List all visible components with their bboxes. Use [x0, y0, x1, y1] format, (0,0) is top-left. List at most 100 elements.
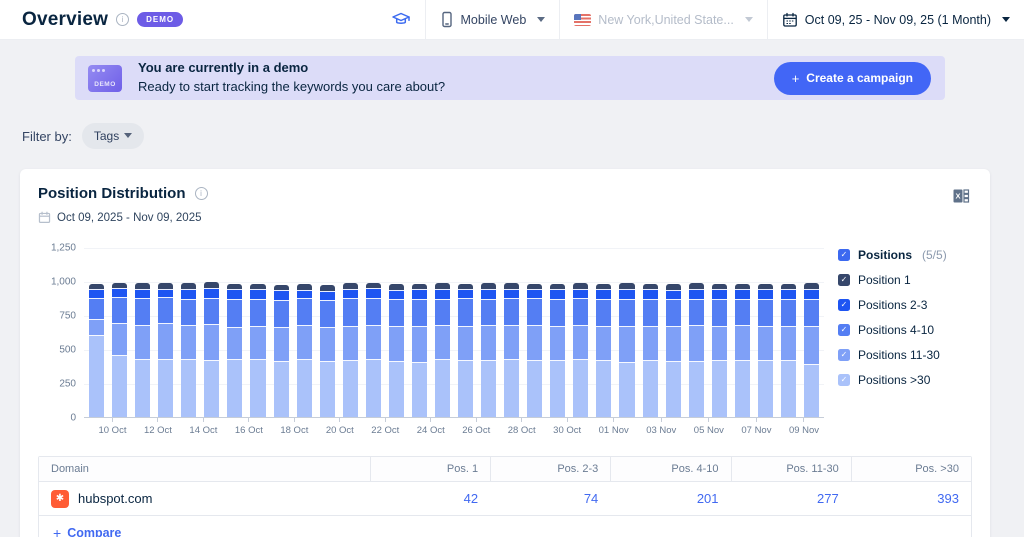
bar-24-oct[interactable] — [435, 283, 450, 417]
mobile-device-icon — [440, 11, 454, 28]
segment-positions-4-10 — [619, 299, 634, 327]
checkbox-icon[interactable]: ✓ — [838, 374, 850, 386]
bar-21-oct[interactable] — [366, 283, 381, 417]
y-tick-label: 500 — [59, 345, 76, 356]
bar-26-oct[interactable] — [481, 283, 496, 417]
tags-filter-dropdown[interactable]: Tags — [82, 123, 144, 149]
x-slot: 22 Oct — [371, 418, 399, 442]
bar-04-nov[interactable] — [689, 283, 704, 417]
checkbox-icon[interactable]: ✓ — [838, 274, 850, 286]
segment-positions-2-3 — [504, 289, 519, 299]
x-tick-label: 18 Oct — [280, 425, 308, 436]
legend-item-positions-2-3[interactable]: ✓Positions 2-3 — [838, 298, 972, 312]
bar-22-oct[interactable] — [389, 284, 404, 417]
bar-28-oct[interactable] — [527, 284, 542, 418]
export-excel-button[interactable]: X — [950, 185, 972, 207]
table-header-cell: Pos. >30 — [851, 457, 971, 481]
segment-positions-30 — [735, 360, 750, 417]
bar-16-oct[interactable] — [250, 284, 265, 417]
segment-positions-11-30 — [758, 326, 773, 360]
table-header-cell: Pos. 11-30 — [731, 457, 851, 481]
bar-11-oct[interactable] — [135, 283, 150, 417]
legend-item-positions-30[interactable]: ✓Positions >30 — [838, 373, 972, 387]
date-range-selector[interactable]: Oct 09, 25 - Nov 09, 25 (1 Month) — [767, 0, 1024, 40]
value-cell[interactable]: 74 — [490, 491, 610, 506]
checkbox-icon[interactable]: ✓ — [838, 299, 850, 311]
info-icon[interactable]: i — [195, 187, 208, 200]
legend-item-positions-11-30[interactable]: ✓Positions 11-30 — [838, 348, 972, 362]
segment-positions-30 — [758, 360, 773, 417]
bar-13-oct[interactable] — [181, 283, 196, 417]
checkbox-icon[interactable]: ✓ — [838, 249, 850, 261]
x-slot — [453, 418, 454, 442]
bar-20-oct[interactable] — [343, 283, 358, 417]
x-slot: 05 Nov — [694, 418, 724, 442]
segment-positions-2-3 — [181, 289, 196, 299]
segment-positions-4-10 — [297, 298, 312, 325]
segment-positions-4-10 — [89, 298, 104, 319]
bar-01-nov[interactable] — [619, 283, 634, 417]
y-tick-label: 1,000 — [51, 277, 76, 288]
segment-positions-4-10 — [804, 299, 819, 326]
bar-17-oct[interactable] — [274, 285, 289, 417]
bar-31-oct[interactable] — [596, 284, 611, 417]
segment-positions-4-10 — [320, 300, 335, 327]
segment-positions-4-10 — [527, 298, 542, 325]
segment-positions-11-30 — [227, 327, 242, 359]
academy-button[interactable] — [377, 0, 425, 40]
bar-18-oct[interactable] — [297, 284, 312, 417]
bar-19-oct[interactable] — [320, 285, 335, 417]
bar-23-oct[interactable] — [412, 284, 427, 417]
domain-cell[interactable]: ✱hubspot.com — [39, 490, 370, 508]
bar-15-oct[interactable] — [227, 284, 242, 417]
bar-12-oct[interactable] — [158, 283, 173, 417]
segment-positions-30 — [158, 359, 173, 417]
bar-02-nov[interactable] — [643, 284, 658, 417]
segment-positions-4-10 — [435, 299, 450, 326]
bar-05-nov[interactable] — [712, 284, 727, 417]
segment-positions-30 — [435, 359, 450, 417]
legend-item-positions-all[interactable]: ✓Positions(5/5) — [838, 248, 972, 262]
bar-09-oct[interactable] — [89, 284, 104, 417]
bar-10-oct[interactable] — [112, 283, 127, 417]
segment-positions-2-3 — [112, 288, 127, 297]
bar-25-oct[interactable] — [458, 284, 473, 417]
device-selector[interactable]: Mobile Web — [425, 0, 560, 40]
compare-button[interactable]: + Compare — [53, 525, 121, 537]
legend-item-positions-4-10[interactable]: ✓Positions 4-10 — [838, 323, 972, 337]
bar-29-oct[interactable] — [550, 284, 565, 417]
create-campaign-button[interactable]: + Create a campaign — [774, 62, 931, 95]
segment-positions-2-3 — [274, 290, 289, 300]
hubspot-favicon-icon: ✱ — [51, 490, 69, 508]
x-tick — [248, 418, 249, 422]
segment-positions-4-10 — [596, 299, 611, 326]
value-cell[interactable]: 42 — [370, 491, 490, 506]
bar-30-oct[interactable] — [573, 283, 588, 417]
segment-positions-30 — [181, 359, 196, 417]
card-title: Position Distribution — [38, 185, 186, 202]
segment-positions-4-10 — [366, 298, 381, 326]
segment-positions-2-3 — [573, 289, 588, 299]
checkbox-icon[interactable]: ✓ — [838, 324, 850, 336]
legend-item-position-1[interactable]: ✓Position 1 — [838, 273, 972, 287]
segment-positions-30 — [320, 361, 335, 417]
segment-positions-4-10 — [643, 299, 658, 326]
bar-09-nov[interactable] — [804, 283, 819, 417]
bar-06-nov[interactable] — [735, 284, 750, 417]
bar-03-nov[interactable] — [666, 284, 681, 417]
y-tick-label: 250 — [59, 379, 76, 390]
segment-positions-4-10 — [204, 298, 219, 324]
location-selector[interactable]: New York,United State... — [559, 0, 767, 40]
value-cell[interactable]: 393 — [851, 491, 971, 506]
segment-positions-4-10 — [781, 299, 796, 326]
bar-27-oct[interactable] — [504, 283, 519, 417]
bar-14-oct[interactable] — [204, 282, 219, 417]
x-slot: 09 Nov — [789, 418, 819, 442]
value-cell[interactable]: 277 — [731, 491, 851, 506]
bar-07-nov[interactable] — [758, 284, 773, 417]
bar-08-nov[interactable] — [781, 284, 796, 417]
info-icon[interactable]: i — [116, 13, 129, 26]
value-cell[interactable]: 201 — [610, 491, 730, 506]
checkbox-icon[interactable]: ✓ — [838, 349, 850, 361]
x-tick-label: 22 Oct — [371, 425, 399, 436]
